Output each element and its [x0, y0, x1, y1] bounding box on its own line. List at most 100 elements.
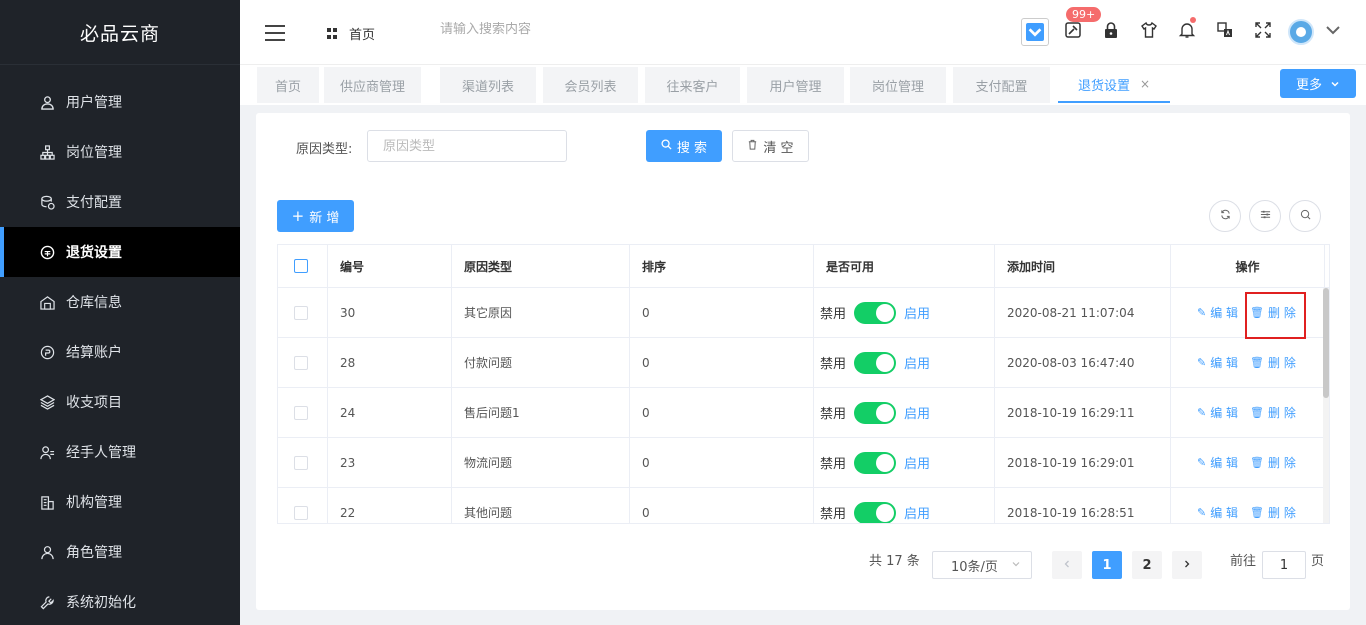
user-menu-toggle[interactable]	[1320, 15, 1346, 49]
tab-return-settings[interactable]: 退货设置 ×	[1058, 67, 1170, 103]
delete-button[interactable]: 🗑 删 除	[1250, 404, 1296, 421]
trash-icon: 🗑	[1250, 506, 1265, 519]
delete-button[interactable]: 🗑 删 除	[1250, 454, 1296, 471]
menu-toggle-icon[interactable]	[265, 25, 285, 41]
column-settings-button[interactable]	[1249, 200, 1281, 232]
tools-button[interactable]: 99+	[1054, 7, 1102, 49]
sidebar-item-system-init[interactable]: 系统初始化	[0, 577, 240, 625]
user-avatar-button[interactable]	[1282, 15, 1320, 49]
page-1-button[interactable]: 1	[1092, 551, 1122, 579]
close-icon[interactable]: ×	[1140, 77, 1150, 91]
goto-page-input[interactable]	[1262, 551, 1306, 579]
cell-reason-type: 付款问题	[452, 338, 630, 387]
sidebar-item-payment-config[interactable]: 支付配置	[0, 177, 240, 227]
table-scrollbar[interactable]	[1323, 288, 1329, 523]
edit-button[interactable]: ✎ 编 辑	[1197, 454, 1238, 471]
translate-button[interactable]	[1206, 15, 1244, 49]
refresh-button[interactable]	[1209, 200, 1241, 232]
select-all-cell	[278, 245, 328, 287]
main-content: 原因类型: 搜 索 清 空 + 新 增 编号 原因类型 排序 是否可用 添加时间…	[256, 113, 1350, 610]
cell-reason-type: 其它原因	[452, 288, 630, 337]
next-page-button[interactable]	[1172, 551, 1202, 579]
sidebar-item-org-management[interactable]: 机构管理	[0, 477, 240, 527]
enabled-switch[interactable]	[854, 451, 897, 474]
edit-icon: ✎	[1197, 306, 1207, 319]
tab-member-list[interactable]: 会员列表	[543, 67, 638, 103]
global-search-input[interactable]	[440, 22, 640, 37]
cell-created-time: 2018-10-19 16:29:01	[995, 438, 1171, 487]
tab-customers[interactable]: 往来客户	[645, 67, 740, 103]
table-row: 24 售后问题1 0 禁用 启用 2018-10-19 16:29:11 ✎ 编 …	[278, 388, 1329, 438]
sidebar-item-user-management[interactable]: 用户管理	[0, 77, 240, 127]
disable-label: 禁用	[820, 307, 847, 322]
clear-button[interactable]: 清 空	[732, 130, 809, 162]
notification-button[interactable]	[1168, 15, 1206, 49]
table-header-row: 编号 原因类型 排序 是否可用 添加时间 操作	[278, 245, 1329, 288]
row-checkbox[interactable]	[294, 305, 308, 320]
sidebar-item-label: 角色管理	[66, 545, 122, 561]
edit-button[interactable]: ✎ 编 辑	[1197, 504, 1238, 521]
lock-button[interactable]	[1092, 15, 1130, 49]
breadcrumb[interactable]: 首页	[327, 24, 375, 43]
tab-channel-list[interactable]: 渠道列表	[440, 67, 536, 103]
cell-id: 24	[328, 388, 452, 437]
edit-button[interactable]: ✎ 编 辑	[1197, 404, 1238, 421]
sidebar-item-role-management[interactable]: 角色管理	[0, 527, 240, 577]
enable-label: 启用	[904, 457, 931, 472]
row-checkbox[interactable]	[294, 455, 308, 470]
cell-sort: 0	[630, 338, 814, 387]
select-toggle[interactable]	[1016, 15, 1054, 49]
trash-icon: 🗑	[1250, 406, 1265, 419]
cell-reason-type: 其他问题	[452, 488, 630, 523]
disable-label: 禁用	[820, 357, 847, 372]
handler-icon	[38, 443, 56, 461]
sidebar-item-settlement-account[interactable]: 结算账户	[0, 327, 240, 377]
row-checkbox[interactable]	[294, 405, 308, 420]
tab-supplier-management[interactable]: 供应商管理	[324, 67, 421, 103]
cell-enabled: 禁用 启用	[814, 288, 995, 337]
tab-payment-config[interactable]: 支付配置	[953, 67, 1050, 103]
prev-page-button[interactable]	[1052, 551, 1082, 579]
edit-button[interactable]: ✎ 编 辑	[1197, 354, 1238, 371]
tab-position-management[interactable]: 岗位管理	[850, 67, 946, 103]
reason-type-input[interactable]	[367, 130, 567, 162]
header-id: 编号	[328, 245, 452, 287]
sidebar-item-handler-management[interactable]: 经手人管理	[0, 427, 240, 477]
enable-label: 启用	[904, 307, 931, 322]
enabled-switch[interactable]	[854, 401, 897, 424]
theme-button[interactable]	[1130, 15, 1168, 49]
page-size-select[interactable]: 10条/页	[932, 551, 1032, 579]
enabled-switch[interactable]	[854, 351, 897, 374]
sidebar-item-warehouse-info[interactable]: 仓库信息	[0, 277, 240, 327]
enabled-switch[interactable]	[854, 301, 897, 324]
edit-button[interactable]: ✎ 编 辑	[1197, 304, 1238, 321]
enabled-switch[interactable]	[854, 501, 897, 523]
delete-button[interactable]: 🗑 删 除	[1250, 504, 1296, 521]
header-created-time: 添加时间	[995, 245, 1171, 287]
layers-icon	[38, 393, 56, 411]
add-button[interactable]: + 新 增	[277, 200, 354, 232]
chevron-right-icon	[1182, 558, 1192, 573]
chevron-down-icon	[1324, 21, 1342, 43]
delete-button[interactable]: 🗑 删 除	[1250, 354, 1296, 371]
sidebar-item-income-expense[interactable]: 收支项目	[0, 377, 240, 427]
grid-icon	[327, 27, 339, 40]
sidebar-item-position-management[interactable]: 岗位管理	[0, 127, 240, 177]
table-row: 28 付款问题 0 禁用 启用 2020-08-03 16:47:40 ✎ 编 辑…	[278, 338, 1329, 388]
row-checkbox[interactable]	[294, 505, 308, 520]
tab-home[interactable]: 首页	[257, 67, 319, 103]
search-button[interactable]: 搜 索	[646, 130, 722, 162]
fullscreen-button[interactable]	[1244, 15, 1282, 49]
sidebar-item-return-settings[interactable]: 退货设置	[0, 227, 240, 277]
tab-user-management[interactable]: 用户管理	[747, 67, 844, 103]
page-2-button[interactable]: 2	[1132, 551, 1162, 579]
toggle-search-button[interactable]	[1289, 200, 1321, 232]
cell-id: 23	[328, 438, 452, 487]
more-tabs-button[interactable]: 更多	[1280, 69, 1356, 98]
enable-label: 启用	[904, 357, 931, 372]
select-all-checkbox[interactable]	[294, 259, 308, 273]
edit-icon: ✎	[1197, 456, 1207, 469]
cell-actions: ✎ 编 辑 🗑 删 除	[1171, 338, 1325, 387]
row-checkbox[interactable]	[294, 355, 308, 370]
return-reason-table: 编号 原因类型 排序 是否可用 添加时间 操作 30 其它原因 0 禁用 启用 …	[277, 244, 1330, 524]
